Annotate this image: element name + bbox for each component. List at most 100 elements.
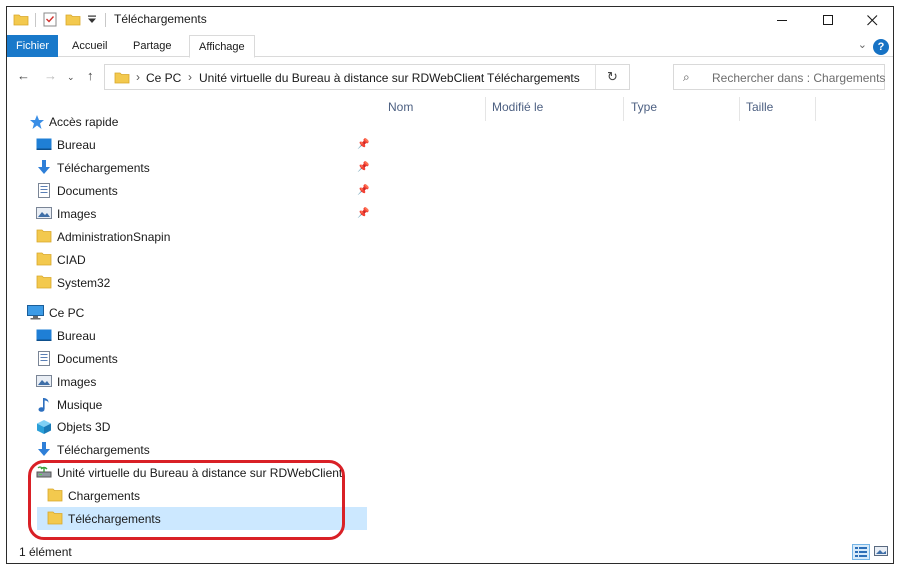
column-divider[interactable] (739, 97, 740, 121)
quick-access-label: Accès rapide (49, 115, 119, 129)
search-box[interactable]: ⌕ Rechercher dans : Chargements (673, 64, 885, 90)
ribbon-tabs: Fichier Accueil Partage Affichage ⌄ ? (7, 35, 893, 58)
sidebar-item-label: Documents (57, 352, 118, 366)
folder-icon (13, 14, 29, 26)
properties-icon[interactable] (43, 12, 57, 27)
sidebar-item-bureau[interactable]: Bureau (36, 134, 366, 156)
sidebar-item-label: Objets 3D (57, 420, 111, 434)
sidebar-item-telechargements[interactable]: Téléchargements (36, 157, 366, 179)
sidebar-item-objets-3d[interactable]: Objets 3D (36, 416, 366, 438)
this-pc-label: Ce PC (49, 306, 85, 320)
column-divider[interactable] (485, 97, 486, 121)
address-dropdown-icon[interactable]: ⌄ (557, 65, 579, 89)
sidebar-item-label: Bureau (57, 329, 96, 343)
tab-accueil[interactable]: Accueil (63, 35, 116, 57)
file-list[interactable]: Nom Modifié le Type Taille (379, 95, 891, 539)
breadcrumb-ce-pc[interactable]: Ce PC (146, 71, 181, 85)
maximize-icon (822, 14, 833, 25)
breadcrumb-separator: › (136, 70, 140, 84)
maximize-button[interactable] (805, 7, 851, 33)
pictures-icon (36, 207, 52, 219)
column-header-type[interactable]: Type (631, 100, 657, 114)
sidebar-item-remote-drive[interactable]: Unité virtuelle du Bureau à distance sur… (36, 462, 366, 484)
column-header-nom[interactable]: Nom (388, 100, 413, 114)
sidebar-item-pc-documents[interactable]: Documents (36, 348, 366, 370)
ribbon-expand-icon[interactable]: ⌄ (858, 38, 867, 51)
sidebar-item-label: Bureau (57, 138, 96, 152)
status-bar: 1 élément (7, 541, 893, 563)
download-icon (38, 160, 50, 174)
explorer-window: Téléchargements Fichier Accueil Partage … (6, 6, 894, 564)
sidebar-item-administrationsnapin[interactable]: AdministrationSnapin (36, 226, 366, 248)
document-icon (38, 351, 50, 366)
tab-affichage[interactable]: Affichage (189, 35, 255, 58)
sidebar-item-chargements[interactable]: Chargements (47, 485, 367, 507)
customize-toolbar-icon[interactable] (87, 15, 97, 24)
tab-fichier[interactable]: Fichier (7, 35, 58, 57)
column-divider[interactable] (815, 97, 816, 121)
sidebar-item-label: Documents (57, 184, 118, 198)
column-header-modifie[interactable]: Modifié le (492, 100, 543, 114)
pin-icon[interactable]: 📌 (357, 134, 369, 156)
tab-partage[interactable]: Partage (124, 35, 181, 57)
sidebar-item-musique[interactable]: Musique (36, 394, 366, 416)
search-placeholder: Rechercher dans : Chargements (712, 71, 886, 85)
download-icon (38, 442, 50, 456)
sidebar-item-label: Téléchargements (57, 161, 150, 175)
computer-icon (27, 305, 44, 320)
close-icon (866, 14, 877, 25)
quick-access-header[interactable]: Accès rapide (29, 111, 349, 133)
window-title: Téléchargements (114, 12, 207, 26)
address-bar[interactable]: › Ce PC › Unité virtuelle du Bureau à di… (104, 64, 630, 90)
folder-icon (36, 229, 52, 243)
breadcrumb-separator: › (188, 70, 192, 84)
desktop-icon (36, 138, 52, 150)
large-icons-view-icon (874, 546, 888, 556)
column-header-taille[interactable]: Taille (746, 100, 773, 114)
sidebar-item-pc-images[interactable]: Images (36, 371, 366, 393)
sidebar-item-label: Téléchargements (57, 443, 150, 457)
sidebar-item-label: Téléchargements (68, 512, 161, 526)
sidebar-item-pc-telechargements[interactable]: Téléchargements (36, 439, 366, 461)
title-bar: Téléchargements (7, 7, 893, 33)
sidebar-item-label: System32 (57, 276, 111, 290)
title-separator (105, 13, 106, 27)
document-icon (38, 183, 50, 198)
sidebar-item-pc-bureau[interactable]: Bureau (36, 325, 366, 347)
column-divider[interactable] (623, 97, 624, 121)
large-icons-view-button[interactable] (873, 544, 891, 560)
navigation-bar: ← → ⌄ ↑ › Ce PC › Unité virtuelle du Bur… (7, 61, 893, 93)
help-icon[interactable]: ? (873, 39, 889, 55)
sidebar-item-images[interactable]: Images (36, 203, 366, 225)
forward-button[interactable]: → (44, 68, 57, 83)
up-button[interactable]: ↑ (87, 68, 94, 83)
minimize-button[interactable] (759, 7, 805, 33)
sidebar-item-label: Images (57, 207, 97, 221)
this-pc-header[interactable]: Ce PC (27, 302, 357, 324)
details-view-button[interactable] (852, 544, 870, 560)
new-folder-icon[interactable] (65, 12, 81, 26)
search-icon: ⌕ (683, 70, 690, 84)
sidebar-item-drive-telechargements[interactable]: Téléchargements (47, 508, 367, 530)
back-button[interactable]: ← (17, 68, 30, 83)
item-count: 1 élément (19, 545, 72, 559)
minimize-icon (776, 19, 787, 21)
folder-icon (47, 488, 63, 502)
pin-icon[interactable]: 📌 (357, 203, 369, 225)
breadcrumb-separator: › (476, 70, 480, 84)
sidebar-item-ciad[interactable]: CIAD (36, 249, 366, 271)
sidebar-item-label: Musique (57, 398, 103, 412)
breadcrumb-remote-drive[interactable]: Unité virtuelle du Bureau à distance sur… (199, 71, 484, 85)
star-icon (30, 115, 44, 129)
sidebar-item-label: Unité virtuelle du Bureau à distance sur… (57, 466, 343, 480)
sidebar-item-system32[interactable]: System32 (36, 272, 366, 294)
recent-locations-button[interactable]: ⌄ (67, 72, 75, 83)
folder-icon (47, 511, 63, 525)
sidebar-item-label: CIAD (57, 253, 86, 267)
sidebar-item-label: Images (57, 375, 97, 389)
pin-icon[interactable]: 📌 (357, 180, 369, 202)
sidebar-item-documents[interactable]: Documents (36, 180, 366, 202)
refresh-button[interactable]: ↻ (595, 65, 629, 89)
close-button[interactable] (849, 7, 893, 33)
pin-icon[interactable]: 📌 (357, 157, 369, 179)
